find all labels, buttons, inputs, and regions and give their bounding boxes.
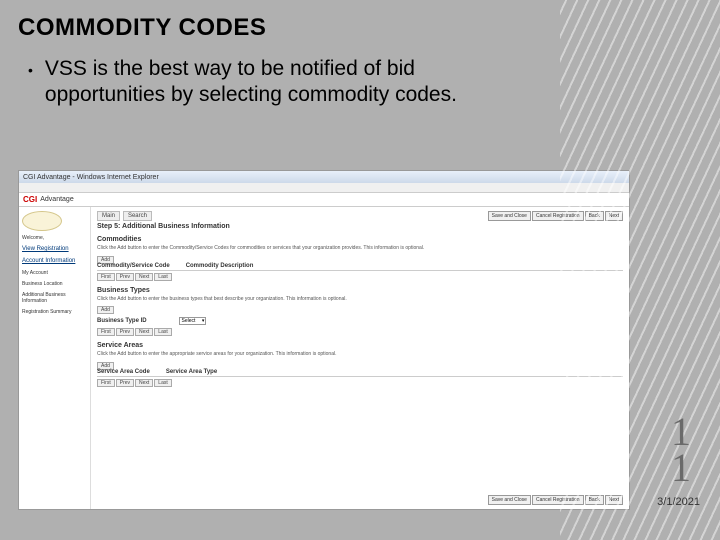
back-button-bottom[interactable]: Back [585,495,604,505]
business-type-id-label: Business Type ID [97,318,147,324]
commodities-title: Commodities [97,236,623,243]
save-close-button[interactable]: Save and Close [488,211,531,221]
business-types-title: Business Types [97,287,623,294]
bullet-dot: • [28,62,33,78]
page-number: 1 1 [666,414,696,486]
service-areas-table-header: Service Area Code Service Area Type [97,369,623,377]
service-areas-col-type: Service Area Type [166,369,217,375]
service-areas-last-button[interactable]: Last [154,379,171,387]
sidebar-link-view-registration[interactable]: View Registration [22,246,87,253]
commodities-prev-button[interactable]: Prev [116,273,134,281]
business-type-row: Business Type ID Select [97,317,623,326]
business-types-prev-button[interactable]: Prev [116,328,134,336]
cancel-registration-button[interactable]: Cancel Registration [532,211,584,221]
service-areas-title: Service Areas [97,342,623,349]
commodities-last-button[interactable]: Last [154,273,171,281]
business-types-last-button[interactable]: Last [154,328,171,336]
cancel-registration-button-bottom[interactable]: Cancel Registration [532,495,584,505]
app-body: Welcome, View Registration Account Infor… [19,207,629,509]
business-types-next-button[interactable]: Next [135,328,153,336]
nav-buttons-top: Save and Close Cancel Registration Back … [488,211,623,221]
commodities-pager: First Prev Next Last [97,273,623,281]
service-areas-desc: Click the Add button to enter the approp… [97,351,623,358]
commodities-next-button[interactable]: Next [135,273,153,281]
slide-date: 3/1/2021 [657,496,700,508]
commodities-desc: Click the Add button to enter the Commod… [97,245,623,252]
tab-search[interactable]: Search [123,211,152,221]
commodities-col-code: Commodity/Service Code [97,263,170,269]
bullet-row: • VSS is the best way to be notified of … [0,42,720,109]
main-panel: Main Search Step 5: Additional Business … [91,207,629,509]
app-brand-sub: Advantage [40,196,73,203]
service-areas-next-button[interactable]: Next [135,379,153,387]
sidebar-seal-logo [22,211,62,231]
slide: COMMODITY CODES • VSS is the best way to… [0,0,720,540]
business-types-first-button[interactable]: First [97,328,115,336]
next-button[interactable]: Next [605,211,623,221]
service-areas-pager: First Prev Next Last [97,379,623,387]
sidebar-link-account-info[interactable]: Account Information [22,258,87,265]
step-heading: Step 5: Additional Business Information [97,223,623,230]
sidebar: Welcome, View Registration Account Infor… [19,207,91,509]
tab-main[interactable]: Main [97,211,120,221]
page-number-bottom: 1 [666,450,696,486]
save-close-button-bottom[interactable]: Save and Close [488,495,531,505]
commodities-first-button[interactable]: First [97,273,115,281]
service-areas-first-button[interactable]: First [97,379,115,387]
sidebar-section-additional-info[interactable]: Additional Business Information [22,292,87,304]
service-areas-prev-button[interactable]: Prev [116,379,134,387]
business-types-pager: First Prev Next Last [97,328,623,336]
app-brand-bar: CGI Advantage [19,193,629,207]
window-titlebar: CGI Advantage - Windows Internet Explore… [19,171,629,183]
embedded-screenshot: CGI Advantage - Windows Internet Explore… [18,170,630,510]
commodities-table-header: Commodity/Service Code Commodity Descrip… [97,263,623,271]
business-types-desc: Click the Add button to enter the busine… [97,296,623,303]
back-button[interactable]: Back [585,211,604,221]
window-title: CGI Advantage - Windows Internet Explore… [23,174,159,181]
service-areas-col-code: Service Area Code [97,369,150,375]
sidebar-section-my-account[interactable]: My Account [22,270,87,276]
commodities-col-desc: Commodity Description [186,263,254,269]
sidebar-section-registration-summary[interactable]: Registration Summary [22,309,87,315]
slide-title: COMMODITY CODES [0,0,720,42]
bullet-text: VSS is the best way to be notified of bi… [45,56,525,109]
browser-menubar [19,183,629,193]
business-type-select[interactable]: Select [179,317,207,325]
app-brand-logo: CGI [23,195,37,204]
sidebar-welcome: Welcome, [22,235,87,241]
business-types-add-button[interactable]: Add [97,306,114,314]
nav-buttons-bottom: Save and Close Cancel Registration Back … [488,495,623,505]
next-button-bottom[interactable]: Next [605,495,623,505]
sidebar-section-business-location[interactable]: Business Location [22,281,87,287]
